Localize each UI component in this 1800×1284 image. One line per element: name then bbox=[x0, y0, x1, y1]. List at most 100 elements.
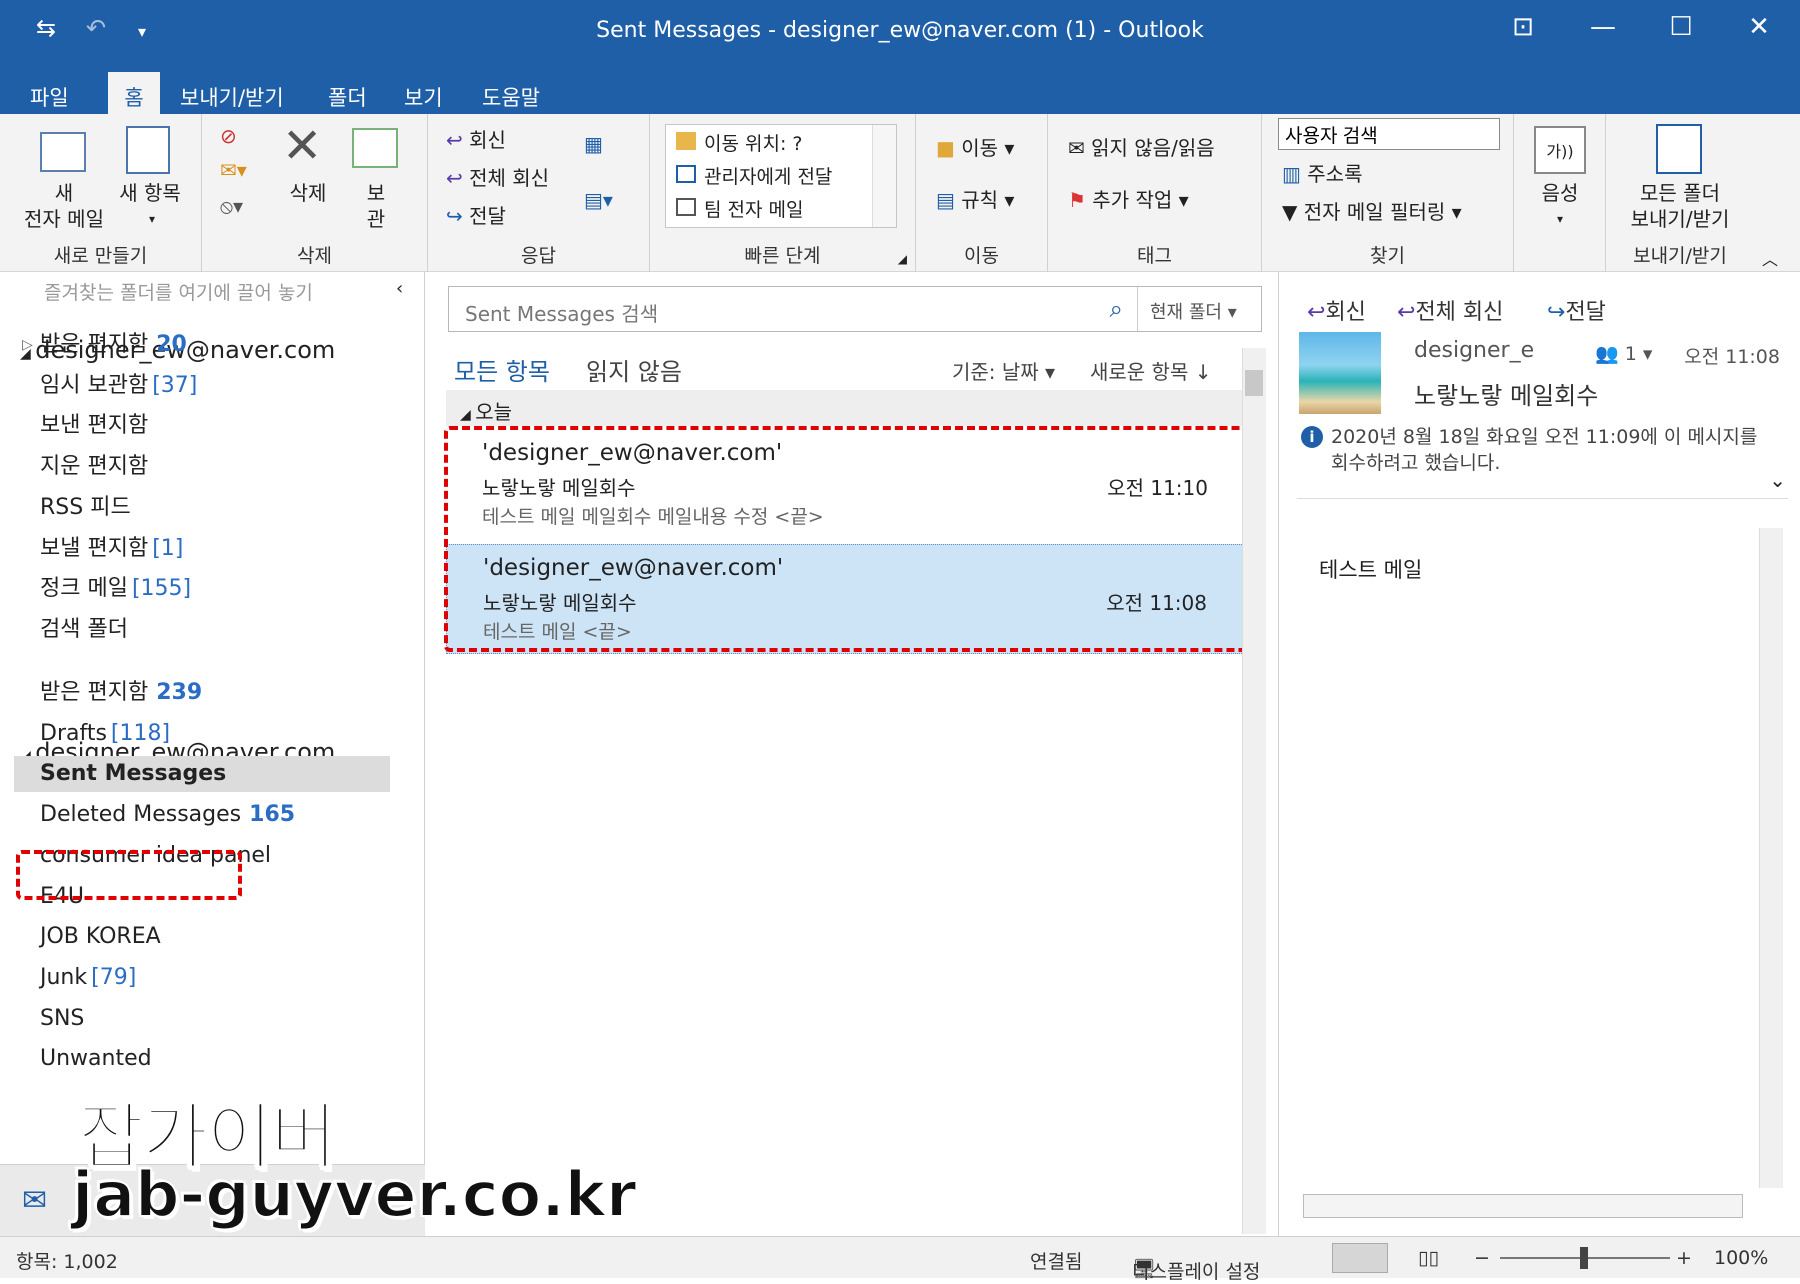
reply-button[interactable]: ↩ 회신 bbox=[446, 124, 506, 153]
speech-button[interactable]: 음성 bbox=[1528, 180, 1592, 206]
folder-name: 받은 편지함 bbox=[40, 680, 149, 705]
more-respond-icon[interactable]: ▤▾ bbox=[584, 188, 613, 212]
search-icon[interactable]: ⌕ bbox=[1110, 295, 1123, 323]
undo-icon[interactable]: ↶ bbox=[86, 14, 106, 42]
zoom-slider-thumb[interactable] bbox=[1580, 1247, 1588, 1269]
move-button[interactable]: ■ 이동 ▾ bbox=[936, 132, 1014, 161]
folder-item[interactable]: Sent Messages bbox=[14, 756, 390, 793]
reading-reply-all-label: 전체 회신 bbox=[1415, 300, 1504, 325]
tab-view[interactable]: 보기 bbox=[396, 72, 451, 114]
folder-item[interactable]: Unwanted bbox=[40, 1041, 152, 1077]
people-count[interactable]: 👥 1 ▾ bbox=[1595, 342, 1652, 365]
quickstep-team-email[interactable]: 팀 전자 메일 bbox=[666, 191, 896, 224]
delete-button[interactable]: 삭제 bbox=[278, 180, 338, 206]
meeting-icon[interactable]: ▦ bbox=[584, 132, 603, 156]
sort-by-dropdown[interactable]: 기준: 날짜 ▾ bbox=[952, 356, 1055, 385]
mail-icon[interactable]: ✉ bbox=[22, 1183, 47, 1218]
quickstep-move[interactable]: 이동 위치: ? bbox=[666, 125, 896, 158]
followup-label: 추가 작업 bbox=[1092, 188, 1173, 212]
received-time: 오전 11:08 bbox=[1684, 346, 1780, 368]
group-new: 새 전자 메일 새 항목 ▾ 새로 만들기 bbox=[0, 114, 202, 272]
folder-item[interactable]: Drafts [118] bbox=[40, 716, 170, 752]
junk-icon[interactable]: ⦸▾ bbox=[220, 194, 243, 218]
search-people-input[interactable] bbox=[1278, 118, 1500, 150]
folder-item[interactable]: 지운 편지함 bbox=[40, 449, 148, 485]
reading-pane: ↩회신 ↩전체 회신 ↪전달 designer_e 👥 1 ▾ 오전 11:08… bbox=[1278, 272, 1800, 1236]
followup-button[interactable]: ⚑ 추가 작업 ▾ bbox=[1068, 184, 1189, 213]
zoom-level[interactable]: 100% bbox=[1714, 1247, 1768, 1269]
maximize-icon[interactable]: ☐ bbox=[1656, 12, 1706, 42]
filter-unread[interactable]: 읽지 않음 bbox=[586, 352, 682, 387]
folder-item[interactable]: Junk [79] bbox=[40, 960, 136, 996]
new-email-button[interactable]: 새 전자 메일 bbox=[14, 180, 114, 232]
folder-item[interactable]: 받은 편지함 239 bbox=[40, 675, 202, 711]
folder-item[interactable]: 검색 폴더 bbox=[40, 612, 128, 648]
quicksteps-scroll[interactable] bbox=[872, 125, 896, 227]
list-scrollbar[interactable] bbox=[1242, 348, 1266, 1234]
reading-reply-button[interactable]: ↩회신 bbox=[1307, 294, 1366, 326]
collapse-ribbon-icon[interactable]: ︿ bbox=[1762, 246, 1778, 270]
move-folder-icon: ■ bbox=[936, 136, 962, 160]
ignore-icon[interactable]: ⊘ bbox=[220, 124, 237, 148]
search-input[interactable]: Sent Messages 검색 bbox=[465, 298, 658, 327]
normal-view-icon[interactable] bbox=[1332, 1243, 1388, 1273]
folder-name: 받은 편지함 bbox=[40, 332, 149, 357]
new-items-dropdown-icon[interactable]: ▾ bbox=[142, 206, 162, 232]
new-items-button[interactable]: 새 항목 bbox=[112, 180, 188, 206]
quickstep-to-manager[interactable]: 관리자에게 전달 bbox=[666, 158, 896, 191]
expand-header-icon[interactable]: ⌄ bbox=[1769, 468, 1786, 492]
zoom-out-icon[interactable]: − bbox=[1474, 1247, 1490, 1269]
expand-folder-icon[interactable]: ▷ bbox=[22, 327, 33, 363]
address-book-button[interactable]: ▥ 주소록 bbox=[1282, 158, 1362, 187]
group-move: ■ 이동 ▾ ▤ 규칙 ▾ 이동 bbox=[916, 114, 1048, 272]
group-header-today[interactable]: ◢ 오늘 bbox=[446, 390, 1256, 426]
reply-all-button[interactable]: ↩ 전체 회신 bbox=[446, 162, 549, 191]
search-box[interactable]: Sent Messages 검색 ⌕ 현재 폴더 ▾ bbox=[448, 286, 1262, 332]
tab-send-receive[interactable]: 보내기/받기 bbox=[172, 72, 292, 114]
rules-label: 규칙 bbox=[961, 188, 999, 212]
tab-home[interactable]: 홈 bbox=[108, 72, 160, 114]
unread-read-button[interactable]: ✉ 읽지 않음/읽음 bbox=[1068, 132, 1215, 161]
dialog-launcher-icon[interactable]: ◢ bbox=[898, 252, 907, 266]
tab-help[interactable]: 도움말 bbox=[474, 72, 548, 114]
qat-customize-icon[interactable]: ▾ bbox=[138, 22, 146, 41]
speech-dropdown-icon[interactable]: ▾ bbox=[1550, 206, 1570, 232]
tab-file[interactable]: 파일 bbox=[22, 72, 77, 114]
tab-folder[interactable]: 폴더 bbox=[320, 72, 375, 114]
list-scroll-thumb[interactable] bbox=[1245, 370, 1263, 396]
ribbon: 새 전자 메일 새 항목 ▾ 새로 만들기 ⊘ ✉▾ ⦸▾ ✕ 삭제 보 관 삭… bbox=[0, 114, 1800, 272]
sender-name[interactable]: designer_e bbox=[1414, 338, 1534, 363]
minimize-icon[interactable]: — bbox=[1578, 12, 1628, 42]
envelope-icon: ✉ bbox=[1068, 136, 1092, 160]
reading-hscrollbar[interactable] bbox=[1303, 1194, 1743, 1218]
filter-email-button[interactable]: ▼ 전자 메일 필터링 ▾ bbox=[1282, 196, 1462, 225]
filter-all[interactable]: 모든 항목 bbox=[454, 358, 550, 386]
reading-reply-all-button[interactable]: ↩전체 회신 bbox=[1397, 294, 1503, 326]
folder-item[interactable]: 정크 메일 [155] bbox=[40, 571, 191, 607]
send-receive-all-button[interactable]: 모든 폴더 보내기/받기 bbox=[1610, 180, 1750, 232]
folder-item[interactable]: 임시 보관함 [37] bbox=[40, 368, 197, 404]
forward-button[interactable]: ↪ 전달 bbox=[446, 200, 506, 229]
rules-button[interactable]: ▤ 규칙 ▾ bbox=[936, 184, 1014, 213]
collapse-pane-icon[interactable]: ‹ bbox=[396, 278, 403, 299]
folder-item[interactable]: 보낸 편지함 bbox=[40, 408, 148, 444]
search-scope-dropdown[interactable]: 현재 폴더 ▾ bbox=[1137, 287, 1261, 331]
folder-item[interactable]: RSS 피드 bbox=[40, 490, 131, 526]
folder-item[interactable]: SNS bbox=[40, 1001, 84, 1037]
zoom-in-icon[interactable]: + bbox=[1676, 1247, 1692, 1269]
reading-forward-button[interactable]: ↪전달 bbox=[1547, 294, 1606, 326]
folder-item[interactable]: ▷ 받은 편지함 20 bbox=[22, 327, 187, 363]
folder-item[interactable]: Deleted Messages 165 bbox=[40, 797, 295, 833]
archive-icon bbox=[352, 128, 398, 168]
folder-item[interactable]: JOB KOREA bbox=[40, 919, 161, 955]
folder-item[interactable]: 보낼 편지함 [1] bbox=[40, 531, 183, 567]
quickstep-to-manager-label: 관리자에게 전달 bbox=[704, 166, 833, 188]
close-icon[interactable]: ✕ bbox=[1734, 12, 1784, 42]
sendreceive-icon[interactable]: ⇆ bbox=[36, 14, 56, 42]
cleanup-icon[interactable]: ✉▾ bbox=[220, 158, 247, 182]
sort-order[interactable]: 새로운 항목 ↓ bbox=[1090, 356, 1211, 385]
reading-view-icon[interactable]: ▯▯ bbox=[1418, 1247, 1439, 1269]
archive-button[interactable]: 보 관 bbox=[358, 180, 394, 232]
ribbon-display-icon[interactable]: ⊡ bbox=[1498, 12, 1548, 42]
reading-scrollbar[interactable] bbox=[1759, 528, 1783, 1188]
